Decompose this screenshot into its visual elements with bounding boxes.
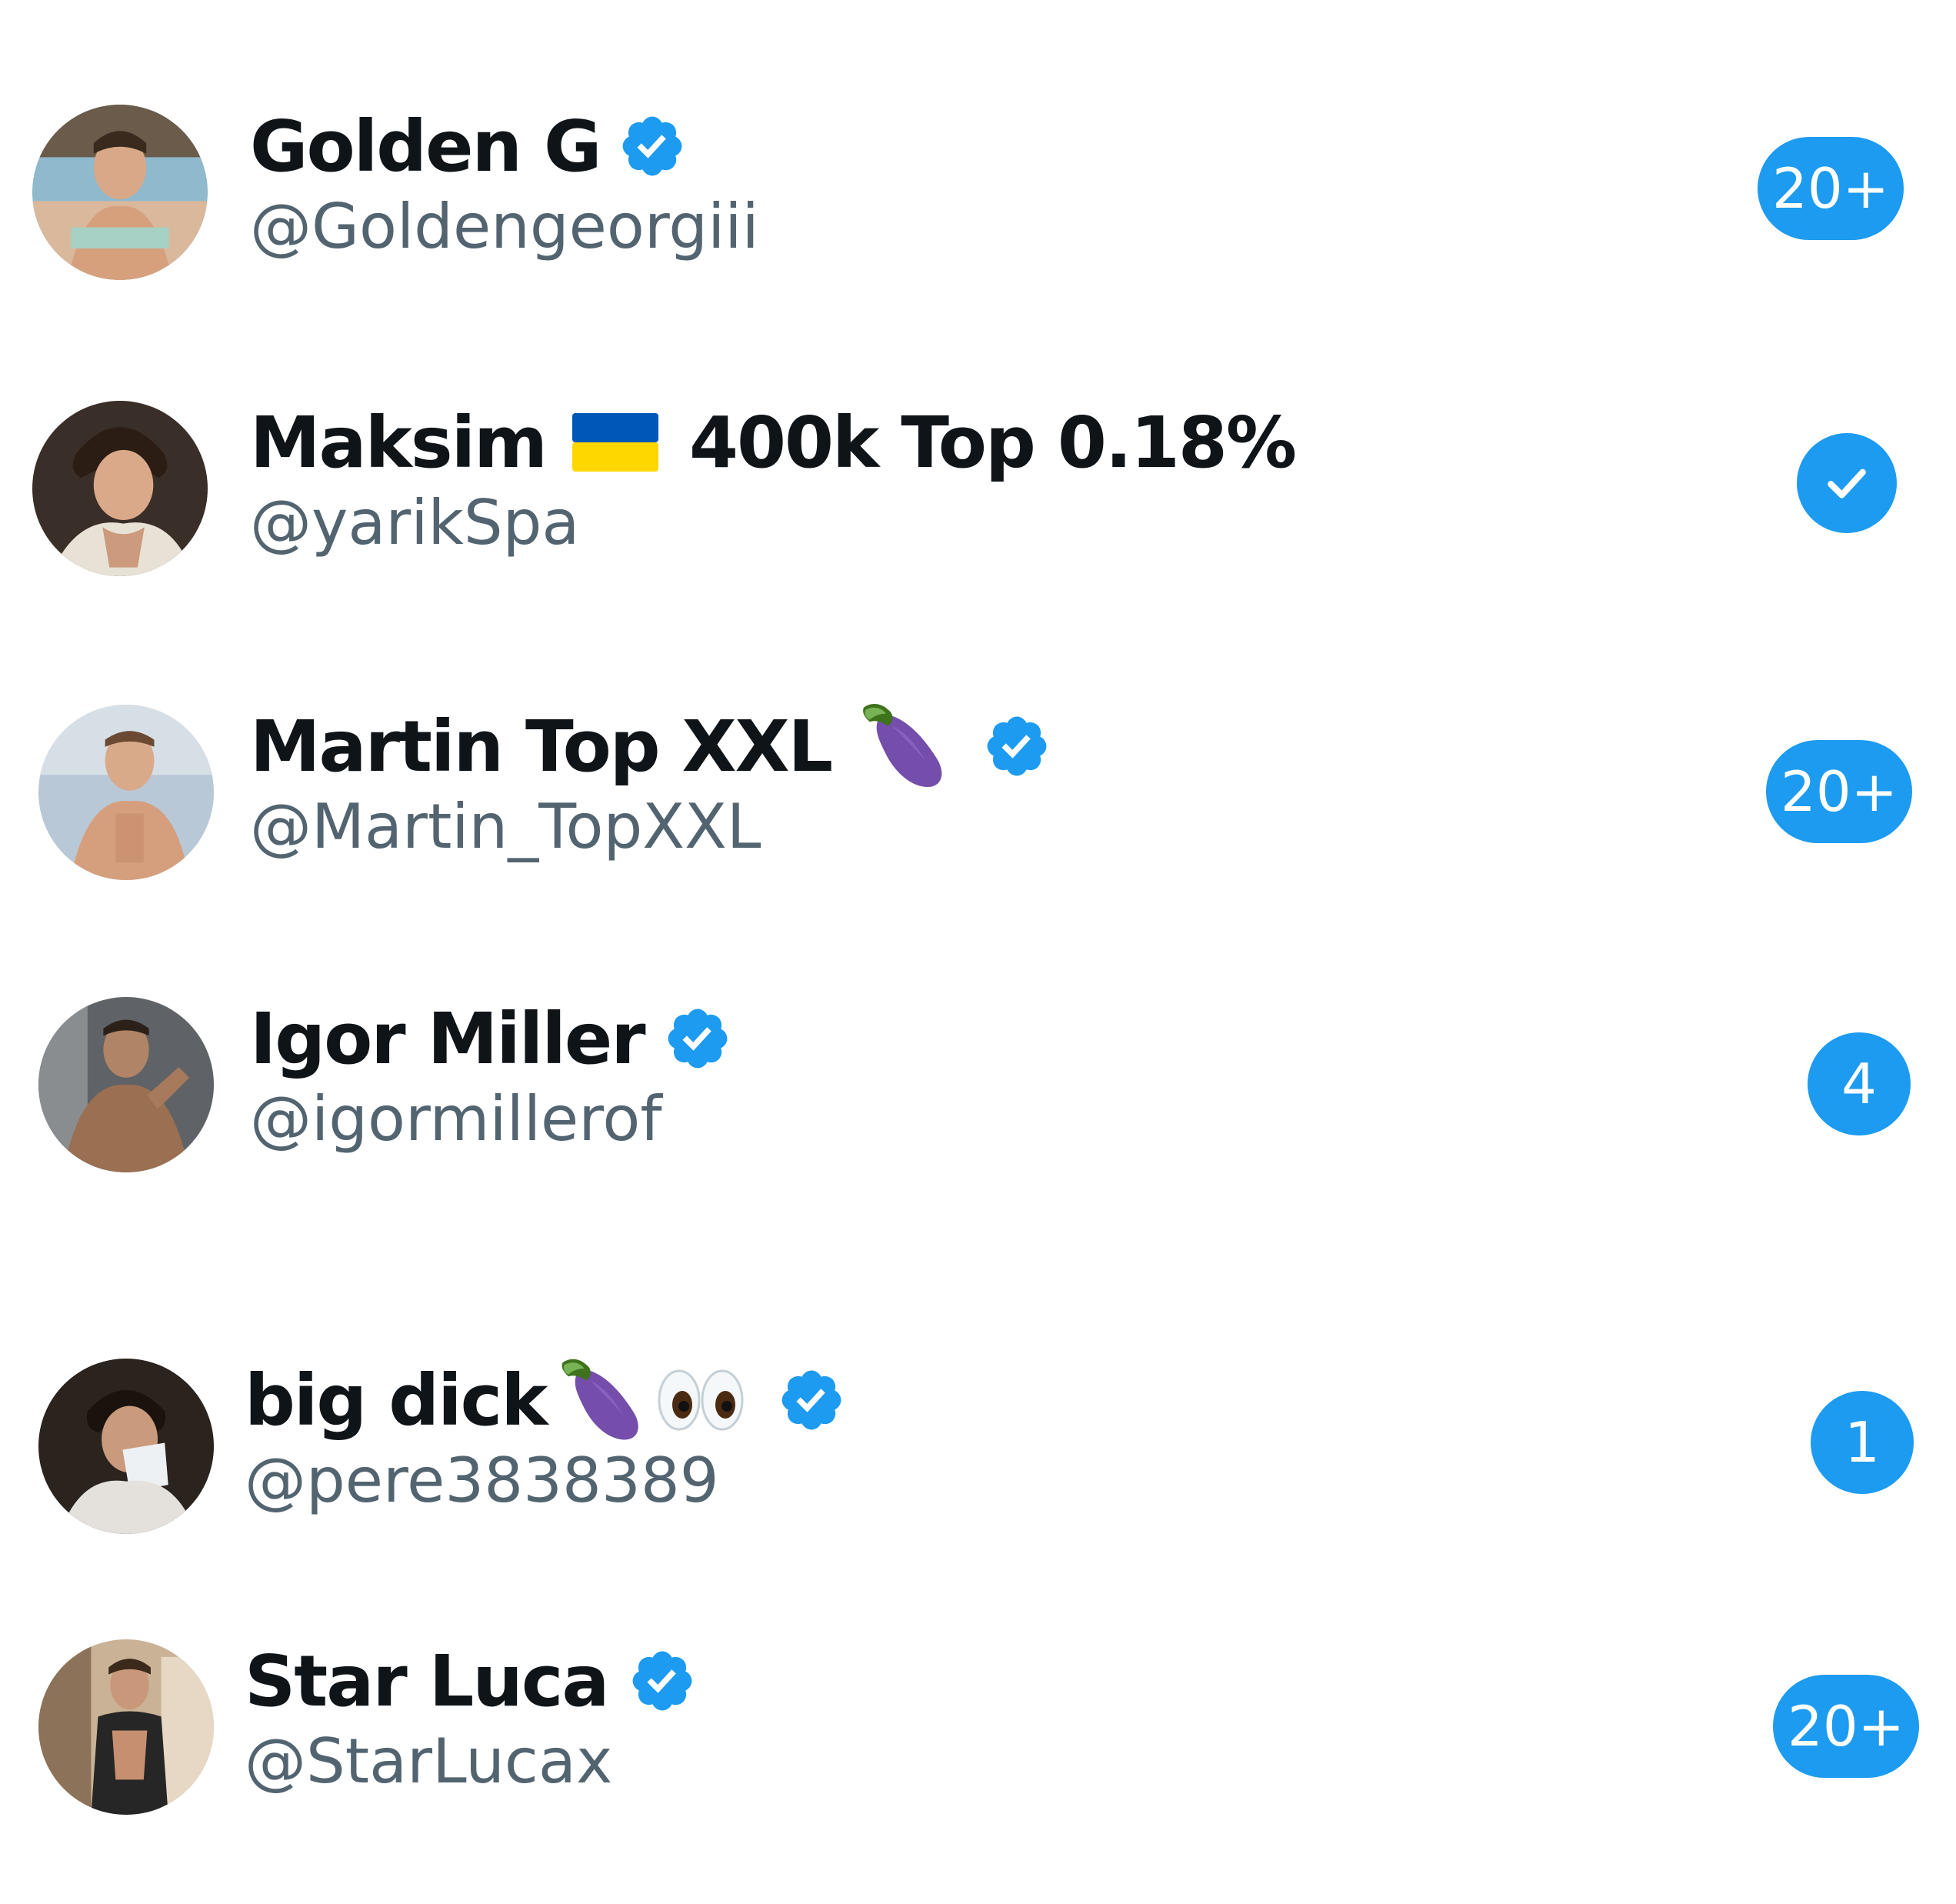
verified-badge-icon bbox=[628, 1646, 697, 1716]
list-item[interactable]: Golden G @Goldengeorgiii 20+ bbox=[0, 100, 1956, 285]
avatar[interactable] bbox=[38, 997, 214, 1172]
flag-ukraine-icon bbox=[571, 413, 658, 472]
eggplant-icon bbox=[551, 1351, 649, 1449]
display-name: big dick bbox=[245, 1359, 548, 1442]
username-handle: @Goldengeorgiii bbox=[250, 191, 759, 262]
count-badge: 4 bbox=[1808, 1032, 1911, 1135]
display-name: Star Luca bbox=[245, 1639, 609, 1722]
eyes-icon bbox=[654, 1362, 748, 1439]
eggplant-icon bbox=[851, 695, 953, 797]
list-item[interactable]: big dick @pere3838389 1 bbox=[0, 1354, 1956, 1539]
avatar[interactable] bbox=[32, 105, 208, 280]
username-handle: @StarLucax bbox=[245, 1726, 613, 1797]
count-badge: 1 bbox=[1811, 1391, 1914, 1494]
avatar[interactable] bbox=[38, 1359, 214, 1534]
count-badge: 20+ bbox=[1766, 740, 1912, 843]
verified-badge-icon bbox=[618, 112, 687, 181]
display-name: Igor Miller bbox=[250, 997, 646, 1080]
count-badge: 20+ bbox=[1758, 137, 1904, 240]
display-name-suffix: 400k Top 0.18% bbox=[688, 401, 1297, 484]
avatar[interactable] bbox=[32, 401, 208, 576]
selected-check-icon[interactable] bbox=[1797, 433, 1897, 533]
username-handle: @pere3838389 bbox=[245, 1445, 719, 1516]
count-badge: 20+ bbox=[1773, 1675, 1919, 1778]
username-handle: @yarikSpa bbox=[250, 487, 580, 559]
avatar[interactable] bbox=[38, 1639, 214, 1815]
username-handle: @Martin_TopXXL bbox=[250, 791, 761, 862]
list-item[interactable]: Star Luca @StarLucax 20+ bbox=[0, 1635, 1956, 1819]
display-name: Maksim bbox=[250, 401, 548, 484]
list-item[interactable]: Maksim 400k Top 0.18% @yarikSpa bbox=[0, 396, 1956, 581]
username-handle: @igormillerof bbox=[250, 1083, 662, 1155]
verified-badge-icon bbox=[982, 712, 1051, 781]
display-name: Golden G bbox=[250, 105, 602, 188]
list-item[interactable]: Igor Miller @igormillerof 4 bbox=[0, 992, 1956, 1177]
verified-badge-icon bbox=[663, 1004, 732, 1073]
display-name: Martin Top XXL bbox=[250, 705, 833, 788]
verified-badge-icon bbox=[777, 1365, 846, 1435]
avatar[interactable] bbox=[38, 705, 214, 880]
list-item[interactable]: Martin Top XXL @Martin_TopXXL 20+ bbox=[0, 700, 1956, 885]
